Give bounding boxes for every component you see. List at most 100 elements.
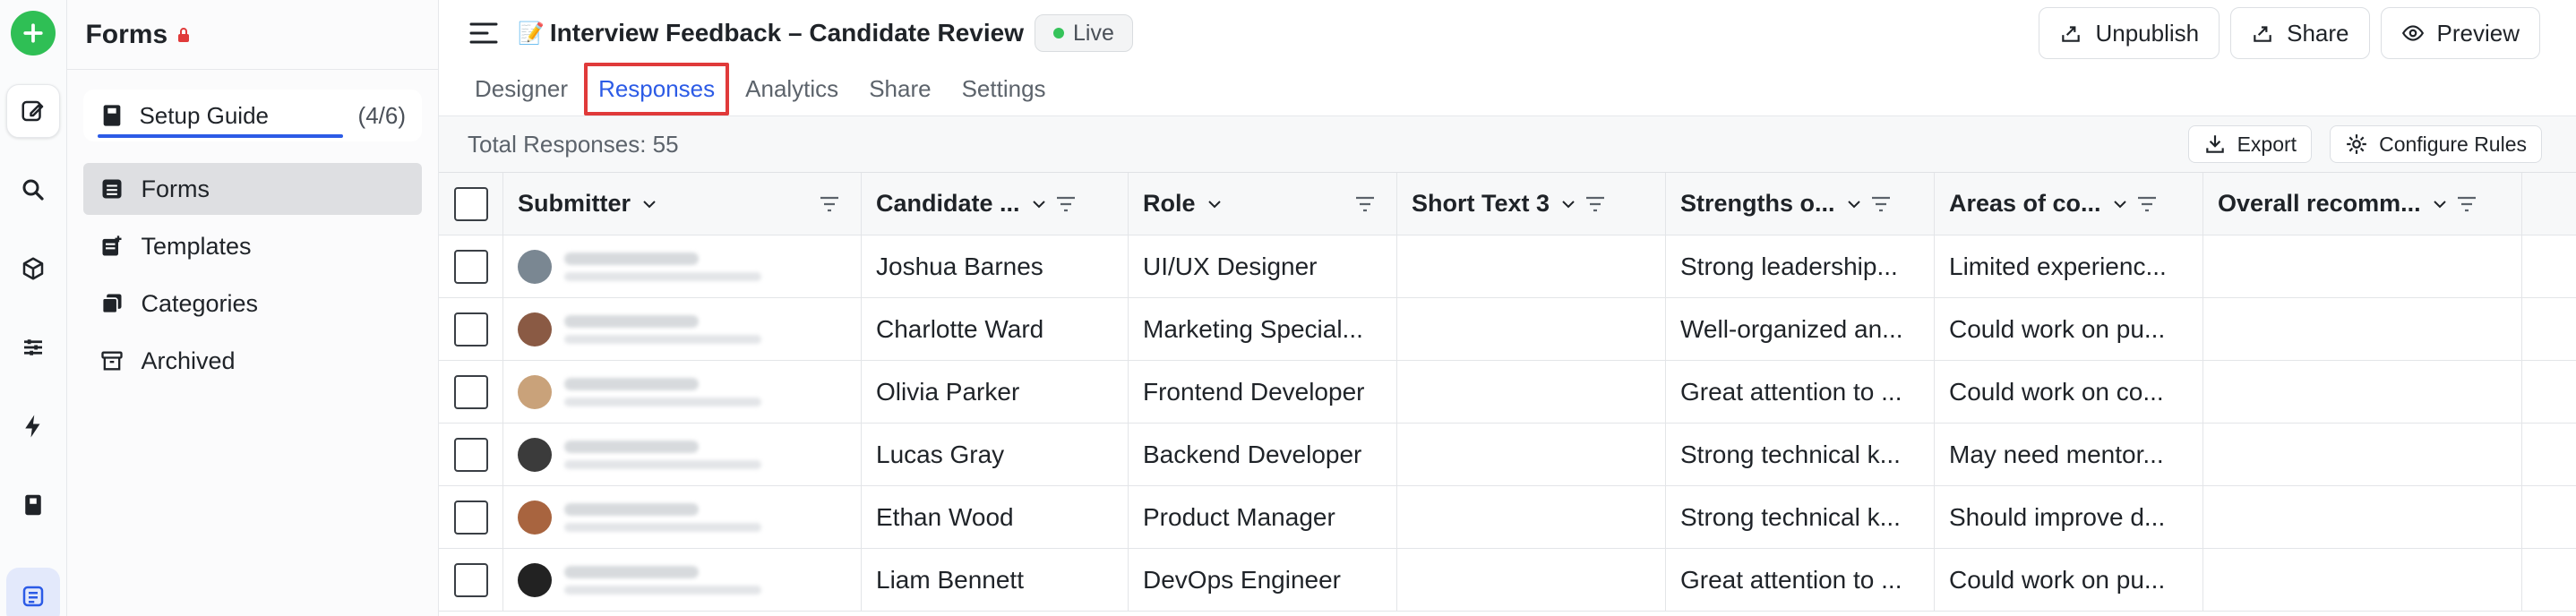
sidebar-item-label: Categories: [141, 289, 259, 317]
eye-icon: [2401, 25, 2424, 41]
sidebar-item-archived[interactable]: Archived: [83, 335, 422, 387]
lightning-icon[interactable]: [6, 399, 60, 453]
avatar: [518, 437, 552, 472]
role-cell: UI/UX Designer: [1129, 235, 1397, 297]
filter-icon[interactable]: [818, 192, 841, 216]
chevron-down-icon[interactable]: [1031, 196, 1047, 212]
row-checkbox-cell: [439, 235, 503, 297]
column-header-extra: [2522, 173, 2576, 235]
chevron-down-icon[interactable]: [1560, 196, 1576, 212]
table-row[interactable]: Charlotte Ward Marketing Special... Well…: [439, 298, 2576, 361]
column-header-overall[interactable]: Overall recomm...: [2203, 173, 2522, 235]
sliders-icon[interactable]: [6, 321, 60, 374]
column-header-strengths[interactable]: Strengths o...: [1666, 173, 1935, 235]
candidate-cell: Lucas Gray: [862, 424, 1129, 485]
sidebar-item-templates[interactable]: Templates: [83, 220, 422, 272]
archive-icon: [101, 351, 124, 371]
submitter-redacted: [564, 440, 761, 469]
chevron-down-icon[interactable]: [1206, 196, 1223, 212]
column-header-submitter[interactable]: Submitter: [503, 173, 862, 235]
row-checkbox[interactable]: [453, 437, 488, 472]
book-icon[interactable]: [6, 478, 60, 532]
table-icon: [102, 179, 122, 199]
column-header-role[interactable]: Role: [1129, 173, 1397, 235]
table-row[interactable]: Olivia Parker Frontend Developer Great a…: [439, 361, 2576, 424]
redacted-date: [564, 271, 761, 281]
chevron-down-icon[interactable]: [1846, 196, 1862, 212]
tab-analytics[interactable]: Analytics: [745, 75, 838, 116]
row-checkbox[interactable]: [453, 500, 488, 535]
row-checkbox[interactable]: [453, 312, 488, 346]
table-row[interactable]: Liam Bennett DevOps Engineer Great atten…: [439, 549, 2576, 612]
row-checkbox-cell: [439, 486, 503, 548]
responses-toolbar: Total Responses: 55 Export Configure Rul…: [439, 116, 2576, 172]
filter-icon[interactable]: [1054, 192, 1078, 216]
extra-cell: [2522, 549, 2576, 611]
filter-icon[interactable]: [2135, 192, 2159, 216]
add-icon[interactable]: [11, 11, 56, 56]
role-cell: Frontend Developer: [1129, 361, 1397, 423]
select-all-checkbox[interactable]: [453, 186, 488, 221]
setup-guide-count: (4/6): [357, 101, 406, 129]
responses-actions: Export Configure Rules: [2187, 125, 2576, 163]
preview-button[interactable]: Preview: [2380, 7, 2540, 59]
extra-cell: [2522, 235, 2576, 297]
chevron-down-icon[interactable]: [2432, 196, 2448, 212]
tab-settings[interactable]: Settings: [962, 75, 1046, 116]
row-checkbox[interactable]: [453, 249, 488, 284]
menu-icon[interactable]: [469, 21, 498, 45]
column-header-short-text[interactable]: Short Text 3: [1397, 173, 1666, 235]
overall-cell: [2203, 486, 2522, 548]
overall-cell: [2203, 298, 2522, 360]
table-row[interactable]: Ethan Wood Product Manager Strong techni…: [439, 486, 2576, 549]
submitter-redacted: [564, 565, 761, 595]
areas-cell: May need mentor...: [1935, 424, 2203, 485]
filter-icon[interactable]: [1353, 192, 1377, 216]
search-icon[interactable]: [6, 163, 60, 217]
column-header-candidate[interactable]: Candidate ...: [862, 173, 1129, 235]
export-button[interactable]: Export: [2187, 125, 2313, 163]
row-checkbox[interactable]: [453, 562, 488, 597]
column-header-label: Areas of co...: [1949, 190, 2101, 217]
chevron-down-icon[interactable]: [641, 196, 657, 212]
template-icon: [102, 235, 122, 256]
responses-table: Submitter Candidate ... Role Short Text …: [439, 172, 2576, 616]
short-text-cell: [1397, 486, 1666, 548]
submitter-cell: [503, 298, 862, 360]
submitter-cell: [503, 424, 862, 485]
overall-cell: [2203, 424, 2522, 485]
sidebar-header: Forms: [67, 0, 438, 70]
sidebar-item-label: Forms: [141, 175, 210, 202]
column-header-label: Overall recomm...: [2218, 190, 2421, 217]
setup-guide[interactable]: Setup Guide (4/6): [83, 90, 422, 141]
header-checkbox-cell: [439, 173, 503, 235]
filter-icon[interactable]: [2455, 192, 2478, 216]
column-header-label: Short Text 3: [1412, 190, 1550, 217]
top-bar: 📝 Interview Feedback – Candidate Review …: [439, 0, 2576, 66]
filter-icon[interactable]: [1584, 192, 1607, 216]
share-button[interactable]: Share: [2230, 7, 2370, 59]
row-checkbox[interactable]: [453, 374, 488, 409]
cube-icon[interactable]: [6, 242, 60, 295]
edit-icon[interactable]: [6, 84, 61, 138]
redacted-name: [564, 252, 699, 265]
table-row[interactable]: Joshua Barnes UI/UX Designer Strong lead…: [439, 235, 2576, 298]
tab-responses[interactable]: Responses: [584, 63, 730, 116]
download-icon: [2205, 135, 2224, 153]
configure-rules-button[interactable]: Configure Rules: [2330, 125, 2542, 163]
share-icon: [2254, 26, 2271, 42]
forms-list-icon[interactable]: [6, 568, 61, 616]
unpublish-button[interactable]: Unpublish: [2039, 7, 2220, 59]
tab-designer[interactable]: Designer: [475, 75, 568, 116]
table-row[interactable]: Lucas Gray Backend Developer Strong tech…: [439, 424, 2576, 486]
filter-icon[interactable]: [1869, 192, 1893, 216]
redacted-date: [564, 397, 761, 406]
column-header-areas[interactable]: Areas of co...: [1935, 173, 2203, 235]
avatar: [518, 374, 552, 409]
areas-cell: Could work on pu...: [1935, 298, 2203, 360]
sidebar-item-categories[interactable]: Categories: [83, 278, 422, 329]
strengths-cell: Well-organized an...: [1666, 298, 1935, 360]
sidebar-item-forms[interactable]: Forms: [83, 163, 422, 215]
chevron-down-icon[interactable]: [2112, 196, 2128, 212]
tab-share[interactable]: Share: [869, 75, 931, 116]
